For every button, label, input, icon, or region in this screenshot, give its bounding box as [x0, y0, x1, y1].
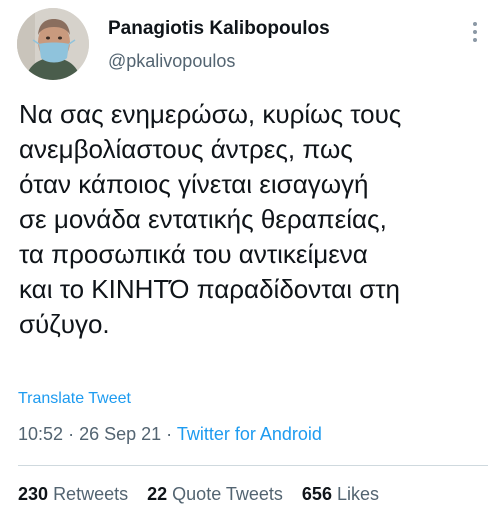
quotes-count: 22 — [147, 484, 168, 504]
tweet-source-link[interactable]: Twitter for Android — [177, 424, 322, 444]
more-dot — [473, 38, 477, 42]
likes-stat[interactable]: 656 Likes — [302, 484, 379, 504]
likes-count: 656 — [301, 484, 332, 504]
avatar[interactable] — [17, 8, 89, 80]
more-options-icon[interactable] — [469, 22, 481, 44]
profile-photo-icon — [17, 8, 89, 80]
quote-tweets-stat[interactable]: 22 Quote Tweets — [147, 484, 283, 504]
more-dot — [473, 22, 477, 26]
author-handle[interactable]: @pkalivopoulos — [108, 51, 235, 72]
tweet-header: Panagiotis Kalibopoulos @pkalivopoulos — [17, 8, 487, 88]
meta-separator: · — [68, 424, 75, 444]
quotes-label: Quote Tweets — [172, 484, 283, 504]
more-dot — [473, 30, 477, 34]
translate-tweet-link[interactable]: Translate Tweet — [18, 390, 131, 408]
tweet-time[interactable]: 10:52 — [18, 424, 63, 444]
divider — [18, 465, 488, 466]
author-name[interactable]: Panagiotis Kalibopoulos — [108, 18, 330, 40]
tweet-text: Να σας ενημερώσω, κυρίως τους ανεμβολίασ… — [19, 99, 402, 339]
meta-separator: · — [166, 424, 173, 444]
likes-label: Likes — [336, 484, 380, 504]
retweets-stat[interactable]: 230 Retweets — [18, 484, 128, 504]
retweets-label: Retweets — [53, 484, 129, 504]
retweets-count: 230 — [18, 484, 49, 504]
tweet-stats: 230 Retweets 22 Quote Tweets 656 Likes — [18, 484, 393, 505]
tweet-meta: 10:52 · 26 Sep 21 · Twitter for Android — [18, 424, 322, 445]
tweet-date[interactable]: 26 Sep 21 — [79, 424, 161, 444]
